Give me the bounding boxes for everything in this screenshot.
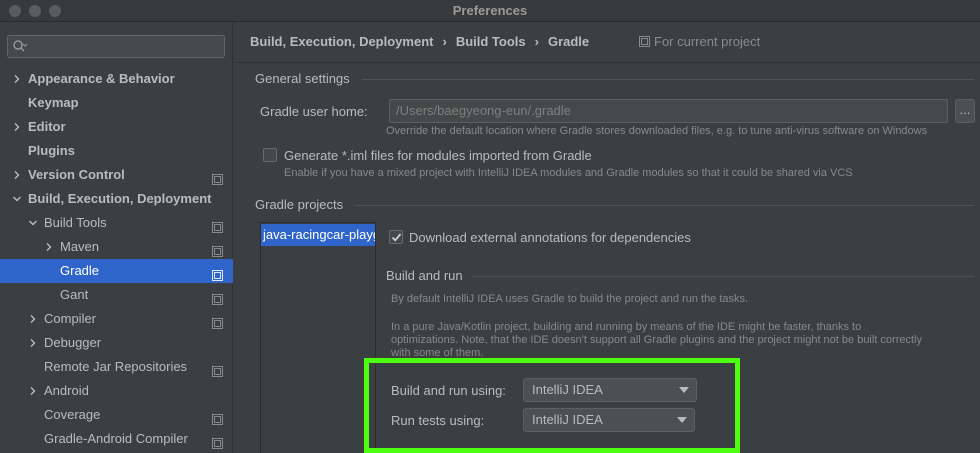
breadcrumb-item-build-execution-deployment[interactable]: Build, Execution, Deployment bbox=[250, 34, 433, 49]
breadcrumb-item-gradle: Gradle bbox=[547, 34, 590, 49]
sidebar-item-build-execution-deployment[interactable]: Build, Execution, Deployment bbox=[0, 187, 233, 211]
project-scope-icon bbox=[212, 361, 223, 377]
download-annotations-checkbox[interactable] bbox=[389, 230, 403, 244]
sidebar-item-label: Debugger bbox=[44, 335, 102, 350]
title-bar: Preferences bbox=[0, 0, 980, 22]
build-and-run-using-label: Build and run using: bbox=[391, 383, 506, 398]
sidebar-item-coverage[interactable]: Coverage bbox=[0, 403, 233, 427]
chevron-right-icon[interactable] bbox=[12, 67, 22, 91]
sidebar-item-label: Maven bbox=[60, 239, 100, 254]
sidebar-item-compiler[interactable]: Compiler bbox=[0, 307, 233, 331]
project-scope-icon bbox=[212, 433, 223, 449]
project-scope-icon bbox=[212, 217, 223, 233]
project-list-item[interactable]: java-racingcar-playground bbox=[261, 224, 375, 246]
sidebar-item-version-control[interactable]: Version Control bbox=[0, 163, 233, 187]
generate-iml-checkbox[interactable] bbox=[263, 148, 277, 162]
settings-sidebar: Appearance & Behavior Keymap Editor Plugins… bbox=[0, 22, 233, 453]
chevron-down-icon[interactable] bbox=[28, 211, 38, 235]
project-scope-icon bbox=[212, 289, 223, 305]
section-divider bbox=[355, 205, 974, 206]
gradle-user-home-hint: Override the default location where Grad… bbox=[386, 125, 928, 137]
run-tests-using-select[interactable]: IntelliJ IDEA bbox=[523, 408, 695, 432]
project-scope-icon bbox=[212, 313, 223, 329]
sidebar-item-label: Gradle-Android Compiler bbox=[44, 431, 188, 446]
current-project-indicator: For current project bbox=[639, 34, 760, 50]
breadcrumb-separator: › bbox=[534, 34, 539, 49]
build-run-note-line3: with some of them. bbox=[391, 347, 484, 357]
generate-iml-label[interactable]: Generate *.iml files for modules importe… bbox=[284, 148, 592, 163]
sidebar-item-gradle-android-compiler[interactable]: Gradle-Android Compiler bbox=[0, 427, 233, 451]
sidebar-item-label: Editor bbox=[28, 119, 66, 134]
build-run-description: By default IntelliJ IDEA uses Gradle to … bbox=[391, 293, 749, 305]
search-input[interactable] bbox=[7, 35, 225, 58]
build-and-run-using-value: IntelliJ IDEA bbox=[532, 382, 603, 397]
sidebar-item-label: Gant bbox=[60, 287, 89, 302]
breadcrumb-separator: › bbox=[442, 34, 447, 49]
section-divider bbox=[362, 79, 974, 80]
gradle-projects-title: Gradle projects bbox=[255, 197, 344, 212]
chevron-down-icon[interactable] bbox=[12, 187, 22, 211]
gradle-settings-panel: Build, Execution, Deployment › Build Tools… bbox=[234, 22, 980, 453]
sidebar-item-gant[interactable]: Gant bbox=[0, 283, 233, 307]
sidebar-item-label: Build Tools bbox=[44, 215, 107, 230]
download-annotations-label[interactable]: Download external annotations for depend… bbox=[409, 230, 691, 245]
sidebar-item-maven[interactable]: Maven bbox=[0, 235, 233, 259]
project-scope-icon bbox=[212, 241, 223, 257]
gradle-user-home-label: Gradle user home: bbox=[260, 104, 368, 119]
sidebar-item-remote-jar-repositories[interactable]: Remote Jar Repositories bbox=[0, 355, 233, 379]
chevron-right-icon[interactable] bbox=[12, 115, 22, 139]
sidebar-item-keymap[interactable]: Keymap bbox=[0, 91, 233, 115]
sidebar-item-label: Coverage bbox=[44, 407, 101, 422]
build-run-note-line2: optimizations. Note, that the IDE doesn'… bbox=[391, 334, 922, 346]
current-project-label: For current project bbox=[654, 34, 761, 49]
sidebar-item-label: Remote Jar Repositories bbox=[44, 359, 188, 374]
chevron-down-icon bbox=[679, 387, 689, 393]
sidebar-item-label: Appearance & Behavior bbox=[28, 71, 175, 86]
search-icon bbox=[12, 39, 28, 54]
generate-iml-hint: Enable if you have a mixed project with … bbox=[284, 167, 853, 179]
sidebar-item-label: Android bbox=[44, 383, 89, 398]
chevron-down-icon bbox=[677, 417, 687, 423]
sidebar-item-gradle[interactable]: Gradle bbox=[0, 259, 233, 283]
sidebar-item-plugins[interactable]: Plugins bbox=[0, 139, 233, 163]
project-scope-icon bbox=[212, 409, 223, 425]
section-divider bbox=[471, 276, 974, 277]
chevron-right-icon[interactable] bbox=[28, 331, 38, 355]
breadcrumb: Build, Execution, Deployment › Build Tools… bbox=[250, 34, 589, 49]
sidebar-item-build-tools[interactable]: Build Tools bbox=[0, 211, 233, 235]
general-settings-title: General settings bbox=[255, 71, 350, 86]
build-run-note-line1: In a pure Java/Kotlin project, building … bbox=[391, 321, 862, 333]
sidebar-item-appearance-behavior[interactable]: Appearance & Behavior bbox=[0, 67, 233, 91]
run-tests-using-label: Run tests using: bbox=[391, 413, 485, 428]
sidebar-item-debugger[interactable]: Debugger bbox=[0, 331, 233, 355]
chevron-right-icon[interactable] bbox=[12, 163, 22, 187]
highlight-box bbox=[364, 358, 740, 453]
sidebar-item-android[interactable]: Android bbox=[0, 379, 233, 403]
sidebar-item-label: Version Control bbox=[28, 167, 125, 182]
sidebar-item-editor[interactable]: Editor bbox=[0, 115, 233, 139]
build-and-run-using-select[interactable]: IntelliJ IDEA bbox=[523, 378, 697, 402]
chevron-right-icon[interactable] bbox=[44, 235, 54, 259]
gradle-projects-list: java-racingcar-playground bbox=[260, 222, 376, 453]
breadcrumb-item-build-tools[interactable]: Build Tools bbox=[456, 34, 526, 49]
build-and-run-title: Build and run bbox=[386, 268, 463, 283]
sidebar-item-label: Gradle bbox=[60, 263, 100, 278]
run-tests-using-value: IntelliJ IDEA bbox=[532, 412, 603, 427]
chevron-right-icon[interactable] bbox=[28, 379, 38, 403]
project-scope-icon bbox=[639, 35, 650, 50]
sidebar-item-label: Build, Execution, Deployment bbox=[28, 191, 212, 206]
header-divider bbox=[234, 62, 980, 63]
project-scope-icon bbox=[212, 169, 223, 185]
browse-button[interactable]: ... bbox=[955, 99, 975, 123]
window-title: Preferences bbox=[452, 3, 528, 18]
gradle-user-home-field[interactable]: /Users/baegyeong-eun/.gradle bbox=[389, 99, 948, 123]
sidebar-item-label: Plugins bbox=[28, 143, 75, 158]
sidebar-item-label: Keymap bbox=[28, 95, 79, 110]
project-scope-icon bbox=[212, 265, 223, 281]
sidebar-item-label: Compiler bbox=[44, 311, 97, 326]
chevron-right-icon[interactable] bbox=[28, 307, 38, 331]
